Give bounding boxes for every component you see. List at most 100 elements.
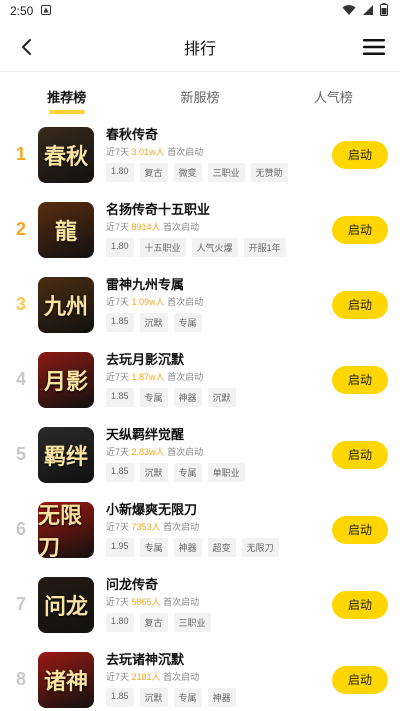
- rank-number: 3: [15, 294, 26, 314]
- game-tag: 神器: [173, 388, 202, 407]
- launch-button[interactable]: 启动: [332, 515, 388, 544]
- meta-first-launch: 首次启动: [163, 522, 200, 532]
- game-tag: 专属: [139, 538, 168, 557]
- meta-period: 近7天: [106, 297, 130, 307]
- meta-period: 近7天: [106, 447, 130, 457]
- meta-period: 近7天: [106, 147, 130, 157]
- launch-button[interactable]: 启动: [332, 440, 388, 469]
- launch-button[interactable]: 启动: [332, 590, 388, 619]
- game-tag: 1.85: [106, 388, 134, 407]
- game-tag: 微变: [173, 163, 202, 182]
- game-meta: 近7天 2181人 首次启动: [106, 670, 332, 683]
- list-item[interactable]: 4 月影 去玩月影沉默 近7天 1.87w人 首次启动 1.85 专属 神器 沉默 启…: [0, 342, 400, 417]
- meta-player-count: 1.87w人: [131, 372, 165, 382]
- meta-first-launch: 首次启动: [167, 297, 204, 307]
- launch-button[interactable]: 启动: [332, 140, 388, 169]
- game-thumbnail[interactable]: 九州: [38, 276, 94, 333]
- meta-first-launch: 首次启动: [163, 597, 200, 607]
- list-item[interactable]: 5 羁绊 天纵羁绊觉醒 近7天 2.83w人 首次启动 1.85 沉默 专属 单职业 …: [0, 417, 400, 492]
- list-item[interactable]: 8 诸神 去玩诸神沉默 近7天 2181人 首次启动 1.85 沉默 专属 神器 启动: [0, 642, 400, 711]
- thumbnail-text: 无限刀: [38, 502, 83, 558]
- game-tag: 复古: [139, 613, 168, 632]
- launch-button[interactable]: 启动: [332, 215, 388, 244]
- game-info: 名扬传奇十五职业 近7天 8914人 首次启动 1.80 十五职业 人气火爆 开服1年: [106, 202, 332, 257]
- game-meta: 近7天 5865人 首次启动: [106, 595, 332, 608]
- game-tag: 三职业: [173, 613, 211, 632]
- battery-icon: [380, 3, 388, 19]
- game-tag: 1.80: [106, 163, 134, 182]
- game-tag: 1.85: [106, 688, 134, 707]
- list-item[interactable]: 3 九州 雷神九州专属 近7天 1.09w人 首次启动 1.85 沉默 专属 启动: [0, 267, 400, 342]
- game-thumbnail[interactable]: 龍: [38, 201, 94, 258]
- game-thumbnail[interactable]: 诸神: [38, 651, 94, 708]
- game-info: 春秋传奇 近7天 3.01w人 首次启动 1.80 复古 微变 三职业 无赞助: [106, 127, 332, 182]
- meta-period: 近7天: [106, 597, 130, 607]
- thumbnail-text: 羁绊: [43, 443, 88, 470]
- game-tag: 复古: [139, 163, 168, 182]
- ranking-tabs: 推荐榜 新服榜 人气榜: [0, 76, 400, 116]
- game-tag: 神器: [207, 688, 236, 707]
- game-name: 去玩月影沉默: [106, 352, 185, 367]
- meta-first-launch: 首次启动: [163, 672, 200, 682]
- game-thumbnail[interactable]: 问龙: [38, 576, 94, 633]
- thumbnail-text: 龍: [54, 218, 77, 245]
- game-name: 名扬传奇十五职业: [106, 202, 211, 217]
- status-bar: 2:50: [0, 0, 400, 22]
- game-thumbnail[interactable]: 无限刀: [38, 501, 94, 558]
- chevron-left-icon: [22, 38, 31, 55]
- game-meta: 近7天 7353人 首次启动: [106, 520, 332, 533]
- notification-icon: [41, 4, 52, 18]
- game-meta: 近7天 8914人 首次启动: [106, 220, 332, 233]
- thumbnail-text: 月影: [43, 368, 88, 395]
- game-tag: 无限刀: [241, 538, 279, 557]
- meta-player-count: 1.09w人: [131, 297, 165, 307]
- list-item[interactable]: 6 无限刀 小新爆爽无限刀 近7天 7353人 首次启动 1.95 专属 神器 超变无…: [0, 492, 400, 567]
- tag-list: 1.85 沉默 专属 单职业: [106, 463, 332, 482]
- launch-button[interactable]: 启动: [332, 365, 388, 394]
- game-thumbnail[interactable]: 羁绊: [38, 426, 94, 483]
- game-tag: 十五职业: [139, 238, 186, 257]
- wifi-icon: [342, 4, 356, 19]
- list-item[interactable]: 1 春秋 春秋传奇 近7天 3.01w人 首次启动 1.80 复古 微变 三职业 无赞助…: [0, 117, 400, 192]
- list-item[interactable]: 7 问龙 问龙传奇 近7天 5865人 首次启动 1.80 复古 三职业 启动: [0, 567, 400, 642]
- game-meta: 近7天 1.09w人 首次启动: [106, 295, 332, 308]
- meta-first-launch: 首次启动: [167, 147, 204, 157]
- game-info: 小新爆爽无限刀 近7天 7353人 首次启动 1.95 专属 神器 超变 无限刀: [106, 502, 332, 557]
- game-meta: 近7天 2.83w人 首次启动: [106, 445, 332, 458]
- tab-new-server[interactable]: 新服榜: [170, 77, 229, 116]
- tag-list: 1.80 复古 三职业: [106, 613, 332, 632]
- meta-player-count: 5865人: [131, 597, 161, 607]
- rank-number: 2: [15, 219, 26, 239]
- game-tag: 专属: [139, 388, 168, 407]
- launch-button[interactable]: 启动: [332, 665, 388, 694]
- list-item[interactable]: 2 龍 名扬传奇十五职业 近7天 8914人 首次启动 1.80 十五职业 人气火爆…: [0, 192, 400, 267]
- meta-first-launch: 首次启动: [163, 222, 200, 232]
- game-tag: 沉默: [207, 388, 236, 407]
- game-thumbnail[interactable]: 月影: [38, 351, 94, 408]
- game-thumbnail[interactable]: 春秋: [38, 126, 94, 183]
- game-tag: 人气火爆: [191, 238, 238, 257]
- game-tag: 专属: [173, 313, 202, 332]
- tab-recommended[interactable]: 推荐榜: [37, 77, 96, 116]
- thumbnail-text: 春秋: [43, 143, 88, 170]
- rank-number: 7: [15, 594, 26, 614]
- launch-button[interactable]: 启动: [332, 290, 388, 319]
- menu-button[interactable]: [358, 31, 390, 63]
- thumbnail-text: 九州: [43, 293, 88, 320]
- game-tag: 单职业: [207, 463, 245, 482]
- tag-list: 1.80 十五职业 人气火爆 开服1年: [106, 238, 332, 257]
- game-name: 问龙传奇: [106, 577, 159, 592]
- game-name: 春秋传奇: [106, 127, 159, 142]
- meta-player-count: 2.83w人: [131, 447, 165, 457]
- signal-icon: [362, 4, 374, 19]
- game-info: 去玩诸神沉默 近7天 2181人 首次启动 1.85 沉默 专属 神器: [106, 652, 332, 707]
- game-tag: 1.95: [106, 538, 134, 557]
- meta-period: 近7天: [106, 672, 130, 682]
- tab-popularity[interactable]: 人气榜: [304, 77, 363, 116]
- back-button[interactable]: [10, 31, 42, 63]
- game-tag: 1.85: [106, 313, 134, 332]
- game-tag: 专属: [173, 688, 202, 707]
- game-ranking-list: 1 春秋 春秋传奇 近7天 3.01w人 首次启动 1.80 复古 微变 三职业 无赞助…: [0, 117, 400, 711]
- game-tag: 开服1年: [243, 238, 286, 257]
- game-name: 雷神九州专属: [106, 277, 185, 292]
